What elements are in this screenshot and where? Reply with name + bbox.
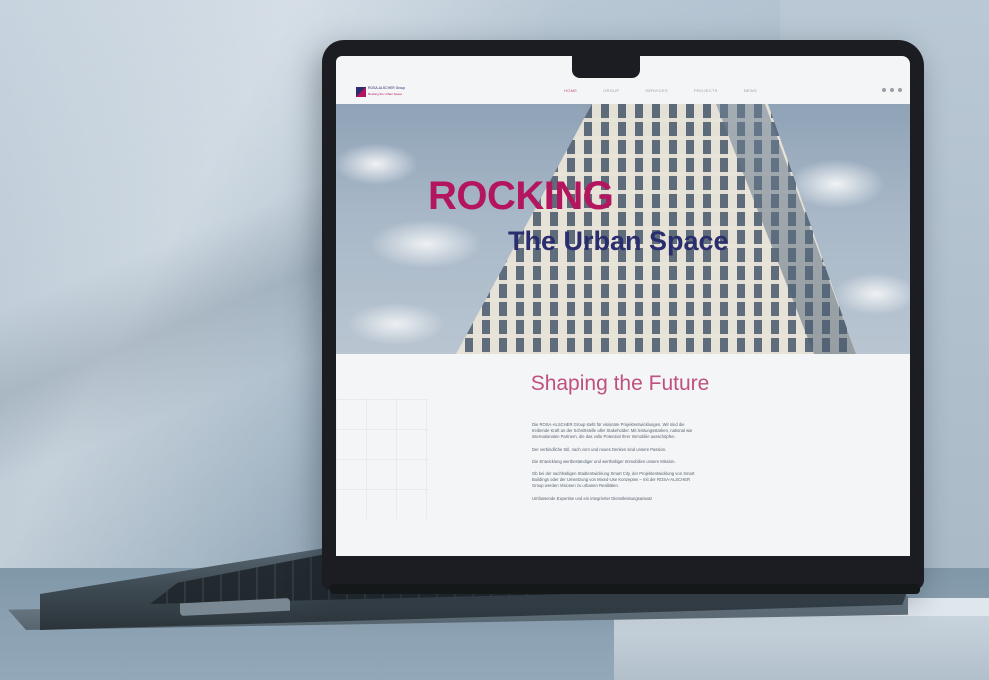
website-nav: ROSA-ALSCHER Group Rocking the Urban Spa… [336, 78, 910, 106]
camera-notch [572, 56, 640, 78]
logo-name: ROSA-ALSCHER Group [368, 86, 406, 90]
language-icon[interactable] [898, 88, 902, 92]
social-icon[interactable] [882, 88, 886, 92]
hero-title-line2: The Urban Space [508, 226, 729, 256]
section-title: Shaping the Future [530, 372, 710, 395]
paragraph: Umfassende Expertise und ein integrierte… [532, 495, 653, 501]
social-icon[interactable] [890, 88, 894, 92]
laptop-screen: ROSA-ALSCHER Group Rocking the Urban Spa… [336, 56, 910, 556]
pedestal-front [614, 616, 989, 680]
paragraph: Die ROSA-ALSCHER Group steht für visionä… [532, 422, 693, 440]
social-icons [882, 88, 902, 92]
hero-banner: ROCKING The Urban Space [336, 104, 910, 354]
nav-item-projects[interactable]: PROJECTS [694, 88, 718, 93]
nav-item-group[interactable]: GROUP [603, 88, 619, 93]
decorative-tiles [336, 399, 428, 519]
nav-item-home[interactable]: HOME [564, 88, 577, 93]
content-section: Shaping the Future Die ROSA-ALSCHER Grou… [336, 354, 910, 556]
logo-tagline: Rocking the Urban Space [368, 92, 403, 96]
scene: ROSA-ALSCHER Group Rocking the Urban Spa… [0, 0, 989, 680]
paragraph: Die Entwicklung wertbeständiger und wert… [532, 458, 676, 464]
nav-item-services[interactable]: SERVICES [645, 88, 668, 93]
laptop-hinge [330, 584, 920, 594]
logo-mark-icon [356, 87, 366, 97]
site-logo[interactable]: ROSA-ALSCHER Group Rocking the Urban Spa… [356, 86, 408, 100]
nav-item-news[interactable]: NEWS [744, 88, 757, 93]
nav-menu: HOME GROUP SERVICES PROJECTS NEWS [564, 88, 757, 93]
section-body: Die ROSA-ALSCHER Group steht für visionä… [532, 422, 696, 508]
paragraph: Ob bei der nachhaltigen Stadtentwicklung… [532, 471, 695, 489]
hero-title-line1: ROCKING [428, 174, 614, 218]
paragraph: Der verbindliche Stil, nach vorn und neu… [532, 446, 667, 452]
